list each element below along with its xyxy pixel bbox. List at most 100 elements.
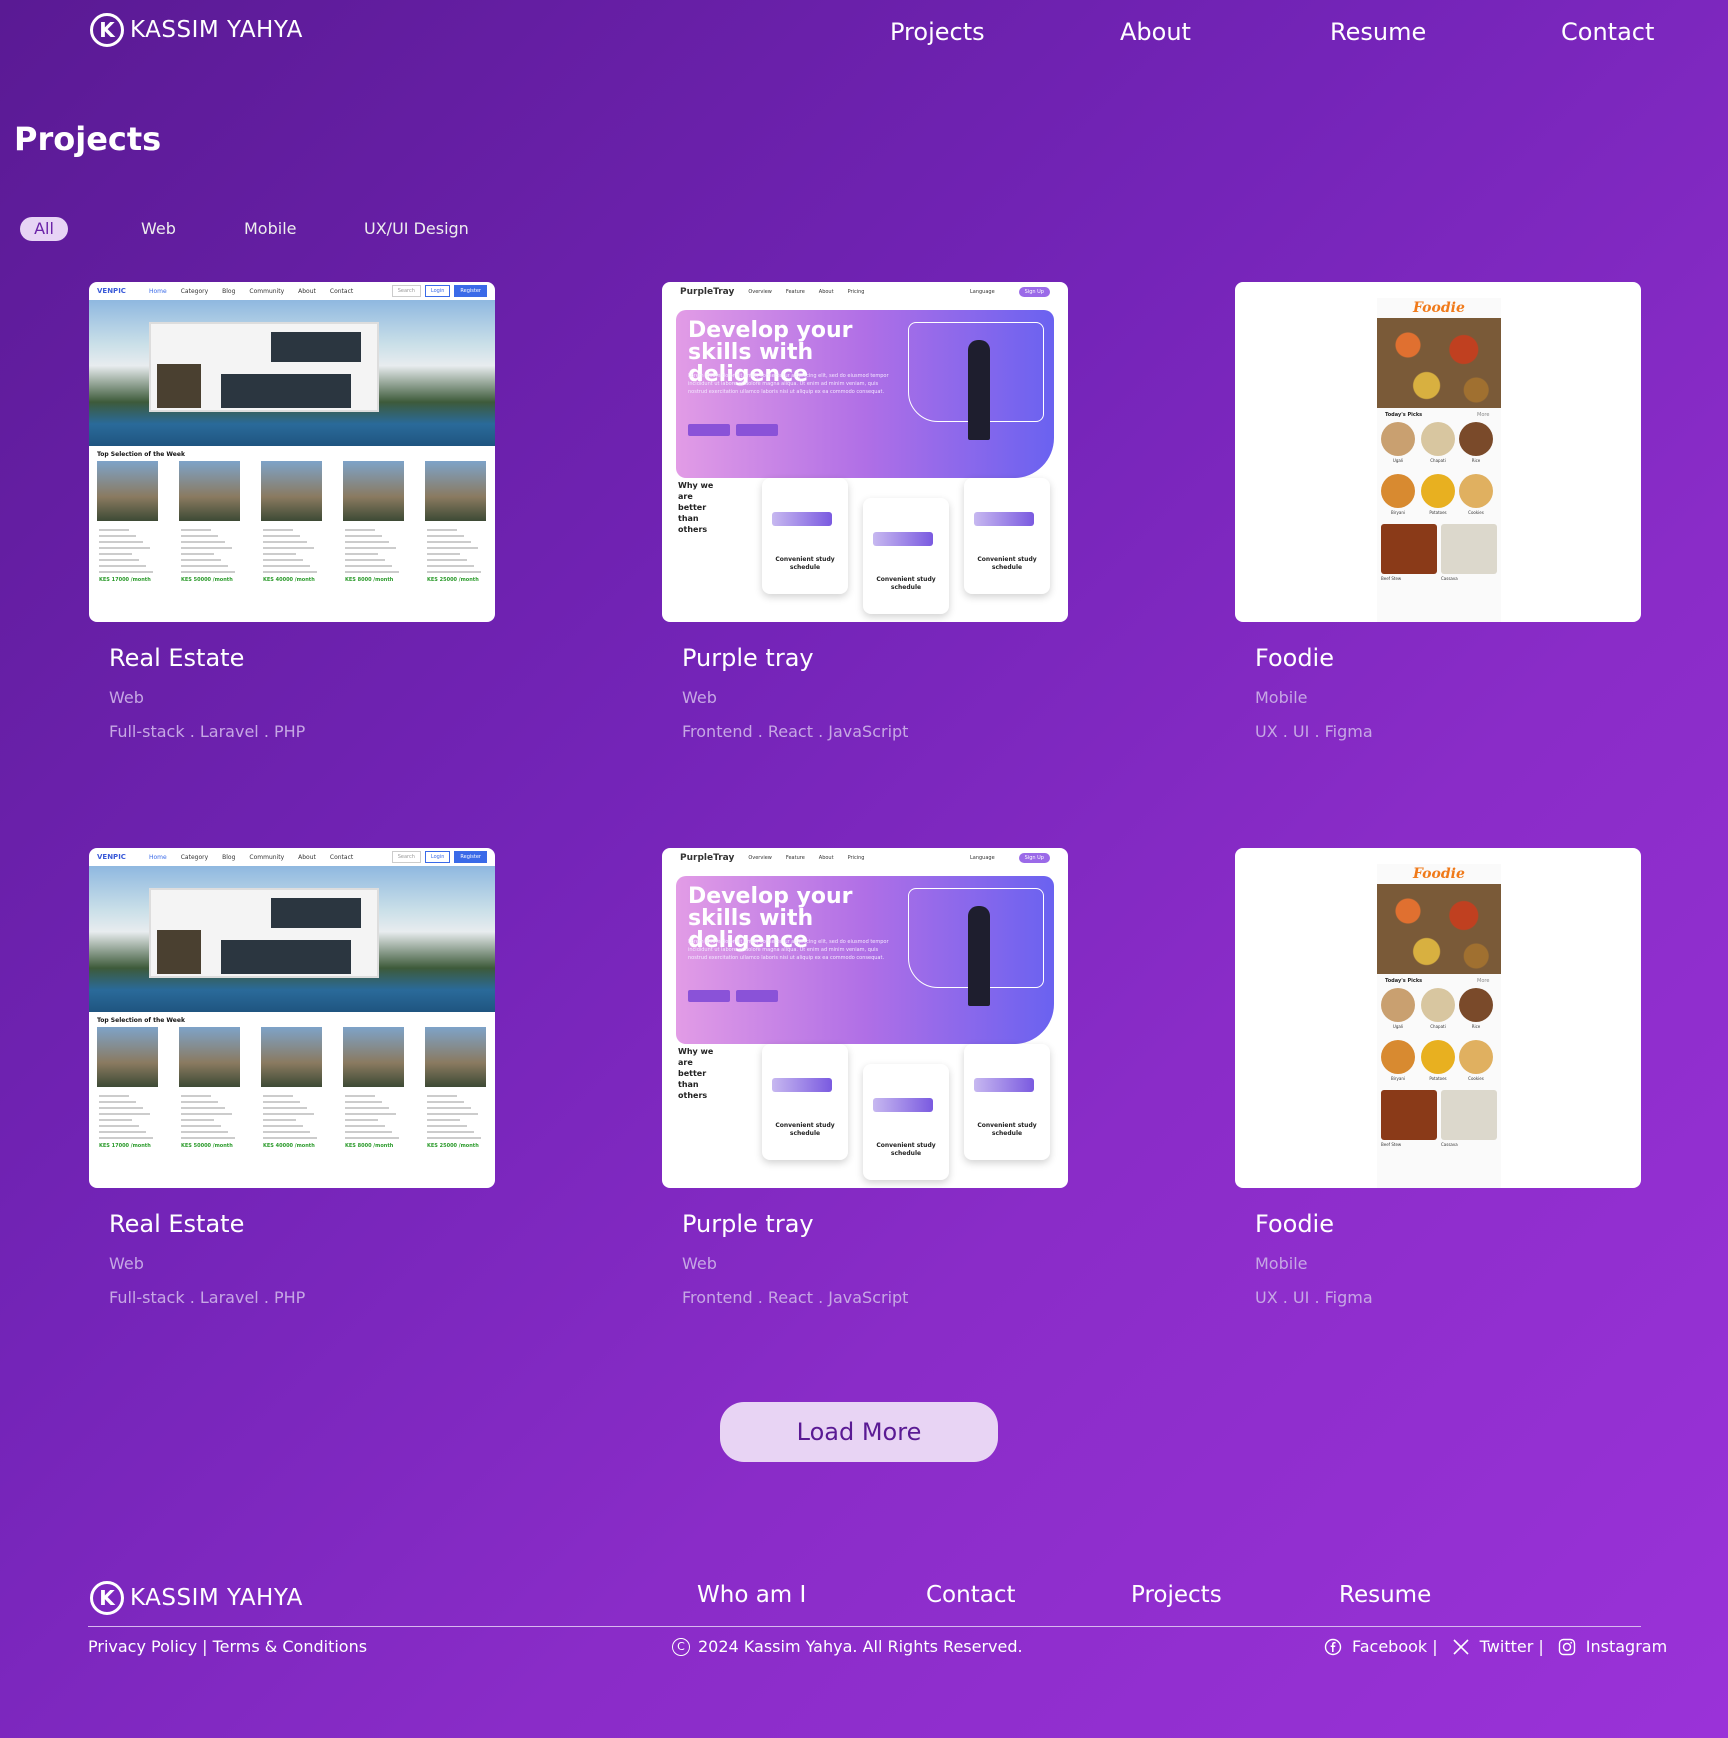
listing-detail-line [345, 1131, 392, 1133]
filter-all[interactable]: All [20, 217, 68, 241]
thumb-slot: PurpleTray Overview Feature About Pricin… [662, 848, 1068, 1188]
listing-detail-line [427, 1113, 478, 1115]
footer-divider [88, 1626, 1641, 1627]
nav-projects[interactable]: Projects [890, 18, 985, 46]
project-title: Real Estate [109, 1210, 245, 1238]
thumb-feature-card: Convenient study schedule [863, 1064, 949, 1180]
project-tags: UX . UI . Figma [1255, 1288, 1373, 1307]
listing-details [179, 521, 240, 573]
filter-mobile[interactable]: Mobile [244, 217, 296, 241]
project-card[interactable]: PurpleTray Overview Feature About Pricin… [662, 282, 1068, 741]
twitter-x-icon[interactable] [1452, 1638, 1470, 1656]
listing-detail-line [99, 1137, 153, 1139]
thumb-feature-card: Convenient study schedule [964, 478, 1050, 594]
thumb-nav-item: Contact [329, 853, 354, 861]
listing-detail-line [181, 559, 221, 561]
thumb-register: Register [454, 285, 487, 297]
listing-details [425, 1087, 486, 1139]
listing-detail-line [99, 571, 153, 573]
thumb-listing-grid: KES 17000 /month KES 50000 /month KES 4000… [89, 1027, 495, 1149]
instagram-icon[interactable] [1558, 1638, 1576, 1656]
footer-nav-resume[interactable]: Resume [1339, 1582, 1431, 1608]
listing-detail-line [99, 541, 143, 543]
project-thumbnail[interactable]: PurpleTray Overview Feature About Pricin… [662, 282, 1068, 622]
project-thumbnail[interactable]: PurpleTray Overview Feature About Pricin… [662, 848, 1068, 1188]
project-title: Purple tray [682, 644, 814, 672]
footer-nav-contact[interactable]: Contact [926, 1582, 1015, 1608]
thumb-nav-item: About [818, 289, 834, 295]
filter-web[interactable]: Web [141, 217, 176, 241]
thumb-feature-card: Convenient study schedule [863, 498, 949, 614]
listing-detail-line [345, 547, 396, 549]
listing-detail-line [263, 547, 314, 549]
dish-label: Biryani [1391, 1076, 1405, 1081]
thumb-search: Search [391, 285, 421, 297]
project-tags: Frontend . React . JavaScript [682, 722, 909, 741]
listing-card: KES 8000 /month [343, 461, 404, 583]
footer-brand-logo[interactable]: K KASSIM YAHYA [90, 1581, 303, 1615]
card-illustration [873, 1098, 933, 1112]
listing-details [343, 521, 404, 573]
dish-photo [1459, 422, 1493, 456]
project-thumbnail[interactable]: VENPIC Home Category Blog Community Abou… [89, 848, 495, 1188]
listing-detail-line [427, 571, 481, 573]
load-more-button[interactable]: Load More [720, 1402, 998, 1462]
brand-name: KASSIM YAHYA [130, 17, 303, 43]
listing-card: KES 25000 /month [425, 461, 486, 583]
project-card[interactable]: Foodie Today's Picks More Ugali Chapati … [1235, 848, 1641, 1307]
footer-nav-projects[interactable]: Projects [1131, 1582, 1222, 1608]
thumb-nav-item: Pricing [847, 289, 865, 295]
thumb-slot: PurpleTray Overview Feature About Pricin… [662, 282, 1068, 622]
project-card[interactable]: PurpleTray Overview Feature About Pricin… [662, 848, 1068, 1307]
thumb-nav-item: About [298, 287, 316, 295]
footer-nav-who[interactable]: Who am I [697, 1582, 806, 1608]
twitter-link[interactable]: Twitter | [1480, 1637, 1544, 1656]
listing-detail-line [99, 1101, 136, 1103]
project-card[interactable]: Foodie Today's Picks More Ugali Chapati … [1235, 282, 1641, 741]
house-shape [149, 888, 379, 978]
instagram-link[interactable]: Instagram [1586, 1637, 1667, 1656]
nav-contact[interactable]: Contact [1561, 18, 1654, 46]
project-thumbnail[interactable]: Foodie Today's Picks More Ugali Chapati … [1235, 282, 1641, 622]
listing-detail-line [427, 1131, 474, 1133]
nav-about[interactable]: About [1120, 18, 1191, 46]
nav-resume[interactable]: Resume [1330, 18, 1426, 46]
thumb-feature-card: Convenient study schedule [762, 1044, 848, 1160]
listing-detail-line [263, 1095, 293, 1097]
project-thumbnail[interactable]: Foodie Today's Picks More Ugali Chapati … [1235, 848, 1641, 1188]
dish-photo [1381, 524, 1437, 574]
thumb-buttons: Search Login Register [391, 851, 487, 863]
project-card[interactable]: VENPIC Home Category Blog Community Abou… [89, 282, 495, 741]
listing-card: KES 8000 /month [343, 1027, 404, 1149]
listing-price: KES 8000 /month [345, 1143, 394, 1149]
card-illustration [974, 512, 1034, 526]
project-category: Web [109, 1254, 144, 1273]
listing-card: KES 40000 /month [261, 461, 322, 583]
listing-detail-line [427, 1119, 460, 1121]
thumb-slot: Foodie Today's Picks More Ugali Chapati … [1235, 282, 1641, 622]
house-shape [149, 322, 379, 412]
dish-photo [1381, 1040, 1415, 1074]
thumb-logo: PurpleTray [680, 853, 735, 863]
filter-uxui[interactable]: UX/UI Design [364, 217, 469, 241]
house-window [157, 930, 201, 974]
facebook-icon[interactable] [1324, 1638, 1342, 1656]
listing-detail-line [345, 559, 385, 561]
facebook-link[interactable]: Facebook | [1352, 1637, 1438, 1656]
thumb-why: Why we are better than others [678, 1047, 714, 1100]
listing-photo [343, 461, 404, 521]
listing-price: KES 50000 /month [181, 577, 233, 583]
dish-photo [1441, 1090, 1497, 1140]
brand-logo[interactable]: K KASSIM YAHYA [90, 13, 303, 47]
food-photo [1377, 884, 1501, 974]
project-card[interactable]: VENPIC Home Category Blog Community Abou… [89, 848, 495, 1307]
legal-links[interactable]: Privacy Policy | Terms & Conditions [88, 1637, 367, 1656]
thumb-section-title: Today's Picks [1385, 978, 1423, 984]
listing-detail-line [99, 1119, 132, 1121]
project-thumbnail[interactable]: VENPIC Home Category Blog Community Abou… [89, 282, 495, 622]
dish-photo [1421, 1040, 1455, 1074]
listing-detail-line [99, 1113, 150, 1115]
thumb-discover [736, 990, 778, 1002]
listing-detail-line [263, 571, 317, 573]
thumb-slot: VENPIC Home Category Blog Community Abou… [89, 848, 495, 1188]
